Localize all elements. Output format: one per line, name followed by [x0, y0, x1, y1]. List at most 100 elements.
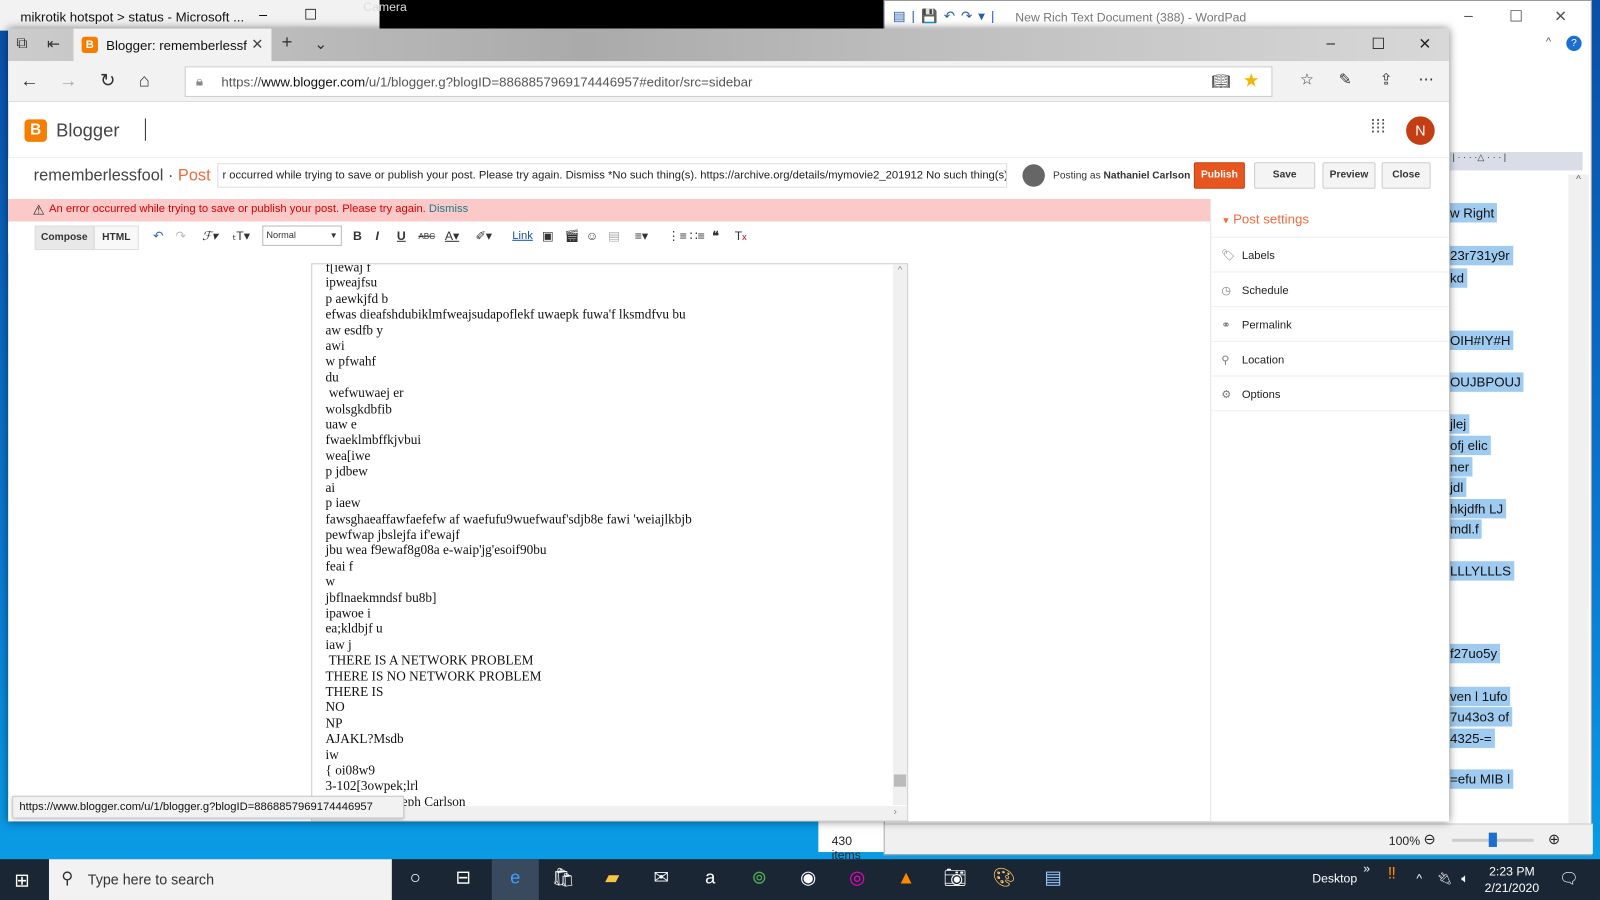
reading-view-icon[interactable]: 📖︎: [1211, 72, 1230, 90]
post-setting-options[interactable]: ⚙ Options: [1211, 377, 1449, 412]
bullet-list-icon[interactable]: ∷≡: [690, 229, 705, 243]
zoom-slider[interactable]: [1452, 832, 1534, 847]
more-icon[interactable]: ⋯: [1418, 70, 1433, 88]
zoom-out-icon[interactable]: ⊖: [1423, 831, 1435, 848]
redo-icon[interactable]: ↷: [176, 229, 186, 243]
insert-image-icon[interactable]: ▣: [542, 229, 554, 243]
post-body-editor[interactable]: f[iewaj f ipweajfsu p aewkjfd b efwas dieaf…: [311, 263, 909, 822]
apps-grid-icon[interactable]: ⁞⁞⁞: [1370, 116, 1385, 137]
close-tab-icon[interactable]: ✕: [251, 36, 263, 53]
close-icon[interactable]: ✕: [1554, 7, 1567, 25]
maximize-icon[interactable]: ☐: [304, 6, 317, 23]
align-icon[interactable]: ≡▾: [635, 229, 648, 243]
store-icon[interactable]: 🛍︎: [549, 867, 578, 891]
share-icon[interactable]: ⇪: [1380, 70, 1393, 88]
post-setting-location[interactable]: ⚲ Location: [1211, 342, 1449, 377]
minimize-icon[interactable]: –: [1327, 35, 1336, 52]
forward-icon[interactable]: →: [59, 70, 77, 91]
ruler[interactable]: | · · · ·△ · · · |: [1449, 152, 1583, 171]
favorite-star-icon[interactable]: ★: [1243, 70, 1259, 91]
clear-formatting-icon[interactable]: Tx: [735, 229, 747, 243]
web-note-icon[interactable]: ✎: [1339, 70, 1352, 88]
dismiss-link[interactable]: Dismiss: [429, 203, 468, 215]
show-hidden-icons[interactable]: ^: [1416, 871, 1422, 885]
set-aside-tabs-icon[interactable]: ⇤: [47, 35, 60, 53]
maximize-icon[interactable]: ☐: [1371, 35, 1385, 53]
favorites-hub-icon[interactable]: ☆: [1300, 70, 1314, 88]
background-window-camera[interactable]: Camera: [363, 0, 884, 31]
paint-icon[interactable]: 🎨︎: [990, 867, 1019, 891]
color-app-icon[interactable]: ◎: [843, 867, 872, 891]
webcam-icon[interactable]: ◉: [794, 867, 823, 891]
back-icon[interactable]: ←: [20, 70, 38, 91]
post-settings-heading[interactable]: ▼ Post settings: [1211, 199, 1449, 238]
highlight-icon[interactable]: ✐▾: [476, 229, 492, 243]
text-color-icon[interactable]: A▾: [445, 229, 459, 243]
zoom-in-icon[interactable]: ⊕: [1548, 831, 1560, 848]
minimize-icon[interactable]: –: [1464, 7, 1473, 24]
wordpad-taskbar-icon[interactable]: ▤: [1039, 867, 1068, 891]
collapse-ribbon-icon[interactable]: ^: [1546, 36, 1551, 48]
clock[interactable]: 2:23 PM 2/21/2020: [1485, 863, 1539, 896]
volume-icon[interactable]: 🔈︎: [1461, 871, 1468, 886]
jump-break-icon[interactable]: ▤: [608, 229, 620, 243]
numbered-list-icon[interactable]: ⋮≡: [667, 229, 686, 243]
wordpad-document[interactable]: w Right 23r731y9r kd OIH#IY#H OUJBPOUJ jlej of…: [1449, 174, 1569, 828]
insert-video-icon[interactable]: 🎬︎: [564, 229, 580, 243]
bold-icon[interactable]: B: [353, 229, 362, 243]
save-button[interactable]: Save: [1254, 162, 1316, 189]
close-button[interactable]: Close: [1381, 162, 1431, 189]
toolbar-expand-icon[interactable]: »: [1363, 861, 1370, 875]
file-explorer-icon[interactable]: ▰: [598, 867, 627, 891]
html-tab[interactable]: HTML: [93, 225, 139, 250]
edge-browser-window[interactable]: ⧉ ⇤ B Blogger: rememberlessf ✕ + ⌄ – ☐ ✕…: [8, 28, 1449, 822]
editor-vertical-scrollbar[interactable]: ^: [892, 264, 908, 806]
vlc-icon[interactable]: ▲: [892, 867, 921, 891]
mail-icon[interactable]: ✉: [647, 867, 676, 891]
editor-content[interactable]: f[iewaj f ipweajfsu p aewkjfd b efwas dieaf…: [326, 264, 692, 809]
tab-preview-icon[interactable]: ⧉: [16, 35, 27, 52]
close-icon[interactable]: ✕: [1418, 35, 1431, 53]
amazon-icon[interactable]: a: [696, 867, 725, 891]
desktop-toolbar[interactable]: Desktop: [1312, 871, 1357, 885]
help-icon[interactable]: ?: [1566, 35, 1582, 52]
background-window-mikrotik[interactable]: mikrotik hotspot > status - Microsoft ..…: [0, 0, 380, 31]
italic-icon[interactable]: I: [376, 229, 379, 243]
new-tab-icon[interactable]: +: [282, 32, 293, 53]
address-bar[interactable]: 🔒︎ https://www.blogger.com/u/1/blogger.g…: [184, 66, 1273, 97]
refresh-icon[interactable]: ↻: [100, 70, 115, 91]
preview-button[interactable]: Preview: [1322, 162, 1376, 189]
font-family-icon[interactable]: ℱ▾: [202, 229, 218, 243]
edge-taskbar-icon[interactable]: e: [491, 859, 539, 900]
blog-title[interactable]: rememberlessfool · Post: [34, 167, 211, 185]
post-setting-labels[interactable]: 🏷︎ Labels: [1211, 238, 1449, 273]
post-setting-schedule[interactable]: ◷ Schedule: [1211, 272, 1449, 308]
minimize-icon[interactable]: –: [259, 6, 267, 22]
blogger-logo[interactable]: B: [24, 119, 47, 142]
task-view-icon[interactable]: ⊟: [449, 867, 478, 891]
windows-start-icon[interactable]: ⊞: [14, 870, 29, 891]
maximize-icon[interactable]: ☐: [1509, 7, 1523, 25]
quote-icon[interactable]: ❝: [712, 229, 719, 243]
zoom-slider-thumb[interactable]: [1488, 832, 1497, 847]
tripadvisor-icon[interactable]: ⊚: [745, 867, 774, 891]
taskbar-search[interactable]: ⚲ Type here to search: [48, 859, 392, 900]
scroll-thumb[interactable]: [893, 774, 907, 787]
tab-blogger[interactable]: B Blogger: rememberlessf ✕: [73, 28, 272, 62]
home-icon[interactable]: ⌂: [139, 70, 150, 91]
post-setting-permalink[interactable]: ⚭ Permalink: [1211, 307, 1449, 342]
network-icon[interactable]: 🔌︎: [1437, 871, 1453, 885]
alert-app-icon[interactable]: ‼: [1388, 865, 1396, 883]
chevron-down-icon[interactable]: ⌄: [314, 35, 327, 53]
emoji-icon[interactable]: ☺: [586, 229, 599, 243]
post-title-input[interactable]: r occurred while trying to save or publi…: [217, 163, 1008, 188]
quick-access-icons[interactable]: ▤|💾↶↷▾|: [893, 8, 1001, 24]
underline-icon[interactable]: U: [397, 229, 406, 243]
avatar[interactable]: N: [1406, 116, 1435, 145]
vertical-scrollbar[interactable]: ^: [1568, 174, 1589, 828]
strikethrough-icon[interactable]: ABC: [418, 232, 435, 241]
notifications-icon[interactable]: 🗨︎: [1559, 869, 1578, 887]
cortana-icon[interactable]: ○: [401, 867, 430, 891]
undo-icon[interactable]: ↶: [153, 229, 163, 243]
format-select[interactable]: Normal ▼: [262, 225, 342, 246]
